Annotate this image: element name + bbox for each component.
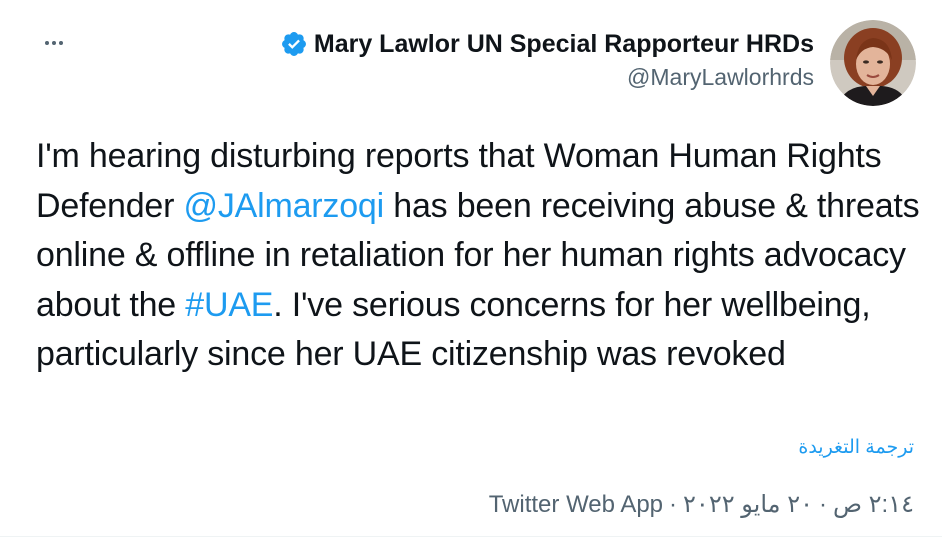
- verified-badge-icon: [280, 30, 308, 58]
- avatar[interactable]: [830, 20, 916, 106]
- separator-dot: ·: [818, 490, 827, 518]
- tweet-metadata: Twitter Web App · ٢٠ مايو ٢٠٢٢ · ٢:١٤ ص: [489, 490, 914, 519]
- hashtag-link[interactable]: #UAE: [185, 286, 273, 324]
- mention-link[interactable]: @JAlmarzoqi: [184, 187, 385, 225]
- separator-dot: ·: [669, 490, 678, 518]
- more-options-button[interactable]: [34, 28, 74, 58]
- author-block: Mary Lawlor UN Special Rapporteur HRDs @…: [280, 28, 814, 91]
- name-row: Mary Lawlor UN Special Rapporteur HRDs: [280, 28, 814, 60]
- tweet-date[interactable]: ٢٠ مايو ٢٠٢٢: [683, 490, 813, 519]
- translate-tweet-link[interactable]: ترجمة التغريدة: [798, 436, 914, 459]
- tweet-card: Mary Lawlor UN Special Rapporteur HRDs @…: [0, 0, 942, 542]
- tweet-text: I'm hearing disturbing reports that Woma…: [36, 132, 926, 380]
- tweet-time[interactable]: ٢:١٤ ص: [833, 490, 914, 519]
- author-handle[interactable]: @MaryLawlorhrds: [280, 64, 814, 91]
- author-display-name[interactable]: Mary Lawlor UN Special Rapporteur HRDs: [314, 30, 814, 59]
- more-horizontal-icon: [45, 41, 63, 45]
- avatar-photo: [830, 20, 916, 106]
- divider: [0, 536, 942, 537]
- source-app-link[interactable]: Twitter Web App: [489, 491, 663, 519]
